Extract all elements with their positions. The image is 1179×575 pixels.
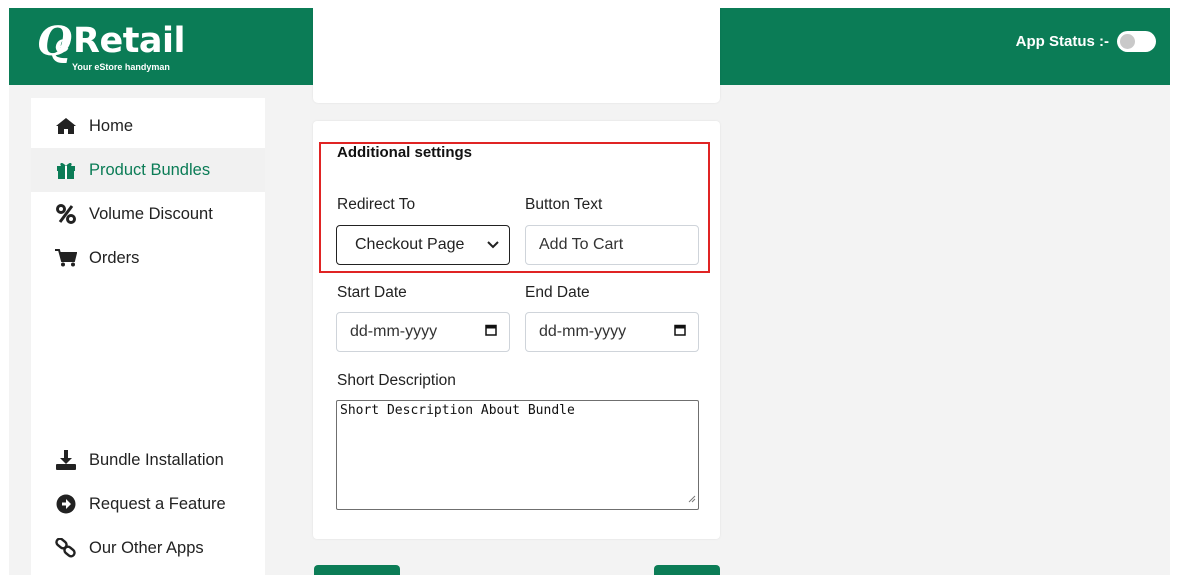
previous-section-card [313, 8, 720, 103]
start-date-input[interactable]: dd-mm-yyyy [336, 312, 510, 352]
button-text-value: Add To Cart [539, 236, 624, 253]
redirect-to-value: Checkout Page [355, 236, 465, 253]
cart-icon [55, 248, 77, 268]
download-icon [55, 450, 77, 470]
sidebar-item-other-apps[interactable]: Our Other Apps [31, 526, 265, 570]
app-window: Qe Retail Your eStore handyman App Status… [9, 8, 1170, 575]
sidebar-item-label: Home [89, 116, 134, 135]
sidebar-item-label: Orders [89, 248, 140, 267]
button-text-label: Button Text [525, 196, 603, 213]
app-status-toggle[interactable] [1117, 30, 1156, 52]
sidebar-item-home[interactable]: Home [31, 104, 265, 148]
sidebar-item-request-feature[interactable]: Request a Feature [31, 482, 265, 526]
sidebar: Home Product Bundles Volume Discount Ord… [31, 98, 265, 575]
app-status: App Status :- [1016, 30, 1156, 52]
link-icon [55, 538, 77, 558]
short-description-label: Short Description [337, 372, 456, 389]
arrow-circle-right-icon [55, 494, 77, 514]
resize-grip-icon[interactable] [688, 492, 696, 507]
short-description-textarea[interactable]: Short Description About Bundle [336, 400, 699, 510]
sidebar-item-label: Volume Discount [89, 204, 213, 223]
end-date-placeholder: dd-mm-yyyy [539, 323, 627, 340]
redirect-to-select[interactable]: Checkout Page [336, 225, 510, 265]
sidebar-item-label: Product Bundles [89, 160, 211, 179]
chevron-down-icon [487, 236, 499, 254]
sidebar-item-label: Request a Feature [89, 494, 226, 513]
percent-icon [55, 204, 77, 224]
back-button[interactable] [314, 565, 400, 575]
sidebar-item-label: Bundle Installation [89, 450, 224, 469]
button-text-input[interactable]: Add To Cart [525, 225, 699, 265]
calendar-icon[interactable] [674, 323, 686, 341]
sidebar-item-product-bundles[interactable]: Product Bundles [31, 148, 265, 192]
start-date-label: Start Date [337, 284, 407, 301]
next-button[interactable] [654, 565, 720, 575]
redirect-to-label: Redirect To [337, 196, 416, 213]
section-title: Additional settings [337, 144, 472, 161]
sidebar-item-label: Our Other Apps [89, 538, 204, 557]
end-date-input[interactable]: dd-mm-yyyy [525, 312, 699, 352]
toggle-knob [1120, 33, 1135, 49]
gift-icon [55, 160, 77, 180]
sidebar-item-orders[interactable]: Orders [31, 236, 265, 280]
app-status-label: App Status :- [1015, 32, 1109, 50]
calendar-icon[interactable] [485, 323, 497, 341]
short-description-value: Short Description About Bundle [340, 403, 575, 418]
eretail-logo[interactable]: Qe Retail Your eStore handyman [37, 18, 207, 78]
home-icon [55, 116, 77, 136]
end-date-label: End Date [525, 284, 590, 301]
logo-tagline: Your eStore handyman [72, 62, 170, 72]
sidebar-item-volume-discount[interactable]: Volume Discount [31, 192, 265, 236]
start-date-placeholder: dd-mm-yyyy [350, 323, 438, 340]
sidebar-item-bundle-installation[interactable]: Bundle Installation [31, 438, 265, 482]
